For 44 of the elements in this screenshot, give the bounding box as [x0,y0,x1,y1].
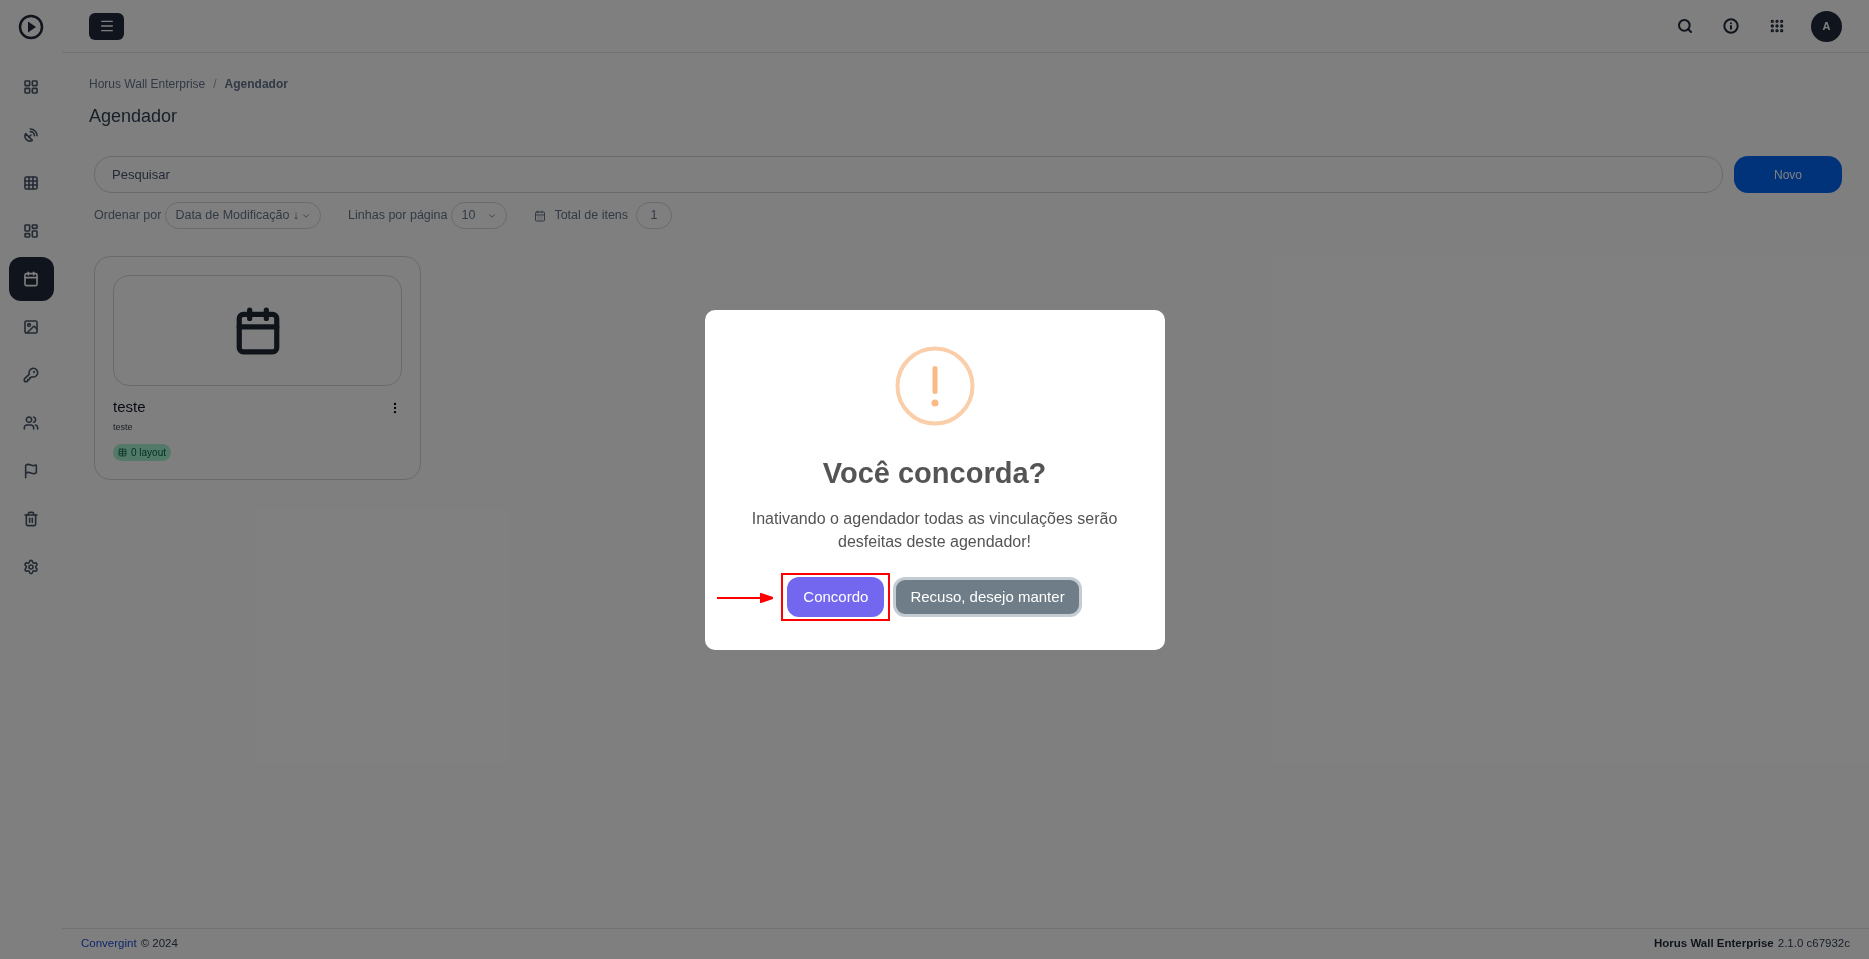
image-icon [23,319,39,335]
user-avatar[interactable]: A [1811,10,1842,42]
users-icon [23,415,39,431]
confirm-button[interactable]: Concordo [787,577,885,617]
play-logo-icon [18,13,44,40]
calendar-icon [534,209,547,222]
satellite-dish-icon [23,127,39,143]
rows-per-page-label: Linhas por página [348,207,448,225]
company-link[interactable]: Convergint [81,935,137,953]
search-icon [1677,18,1693,34]
annotation-arrow [717,593,774,603]
page-title: Agendador [89,105,179,128]
card-subtitle: teste [113,420,134,434]
new-button[interactable]: Novo [1734,156,1842,193]
sort-label: Ordenar por [94,207,162,225]
dialog-title: Você concorda? [822,455,1047,491]
calendar-icon [23,271,39,287]
sidebar-item[interactable] [8,257,54,301]
product-name: Horus Wall Enterprise [1654,936,1774,952]
menu-button[interactable] [89,12,124,40]
settings-icon [23,559,39,575]
layout-icon [23,223,39,239]
version-text: 2.1.0 c67932c [1777,936,1850,952]
cancel-button[interactable]: Recuso, desejo manter [893,577,1082,617]
scheduler-card[interactable]: teste teste 0 layout [94,256,421,480]
grid-icon [23,175,39,191]
trash-icon [23,511,39,527]
copyright-text: © 2024 [140,936,178,952]
breadcrumb-current: Agendador [224,76,288,93]
dashboard-icon [23,79,39,95]
card-title: teste [113,397,146,418]
warning-icon [894,345,975,426]
key-icon [23,367,39,383]
total-items-label: Total de itens [554,207,629,225]
menu-icon [98,18,115,34]
table-icon [118,448,127,458]
search-field[interactable]: Pesquisar [94,156,1723,193]
flag-icon [23,463,39,479]
layout-count-tag: 0 layout [113,444,172,461]
breadcrumb-separator: / [213,76,217,93]
info-icon [1723,18,1739,34]
breadcrumb-link[interactable]: Horus Wall Enterprise [89,75,206,93]
apps-grid-icon [1769,18,1785,34]
dialog-message: Inativando o agendador todas as vinculações serão desfeitas deste agendador! [750,509,1119,552]
